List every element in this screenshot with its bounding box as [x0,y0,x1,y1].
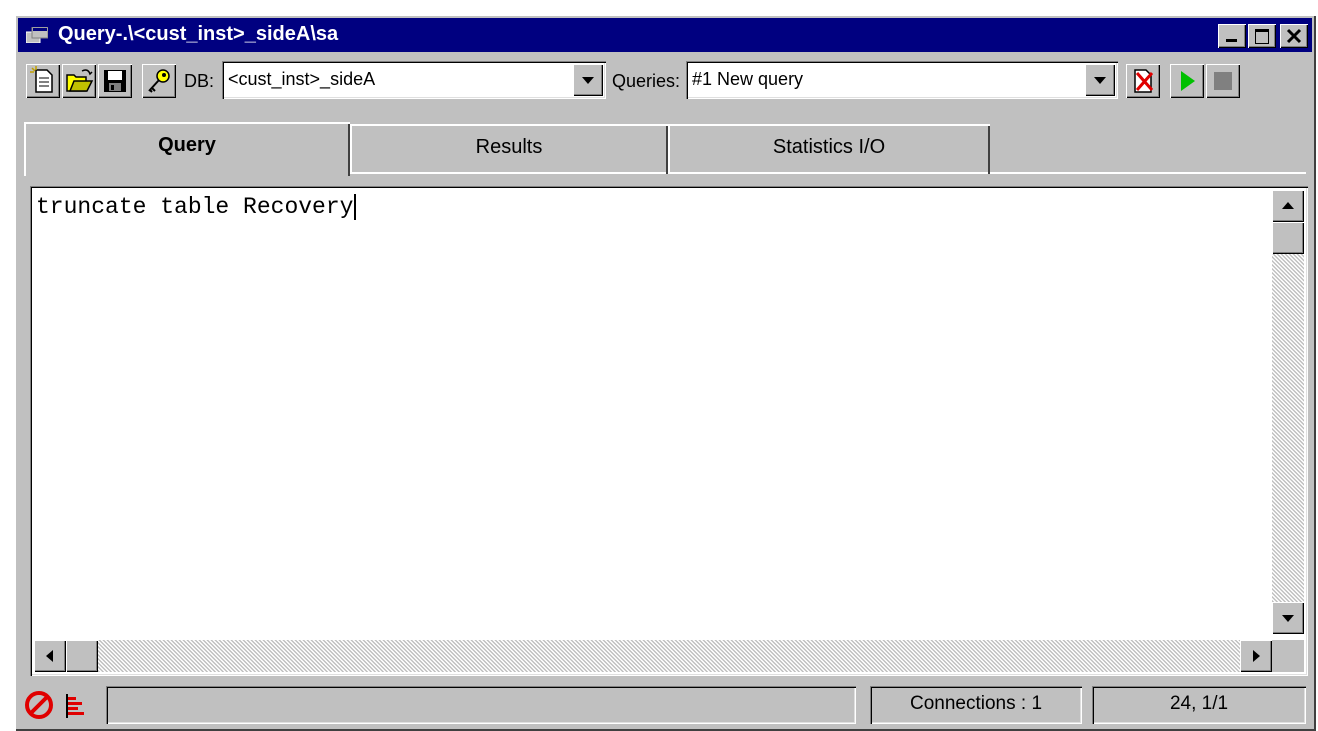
no-entry-icon[interactable] [22,688,56,722]
arrow-down-icon [1282,615,1294,622]
query-window: Query-.\<cust_inst>_sideA\sa DB: <cust_i… [14,14,1316,731]
stop-button[interactable] [1206,64,1240,98]
arrow-right-icon [1253,650,1260,662]
chevron-down-icon [1094,77,1106,84]
status-message-panel [106,686,856,724]
open-button[interactable] [62,64,96,98]
arrow-left-icon [46,650,53,662]
queries-dropdown-button[interactable] [1085,64,1115,96]
db-label: DB: [184,71,215,91]
chevron-down-icon [582,77,594,84]
queries-select[interactable]: #1 New query [686,61,1118,99]
window-icon [26,27,48,43]
text-caret [354,194,357,220]
tab-results[interactable]: Results [350,124,668,174]
vertical-scroll-thumb[interactable] [1272,222,1304,254]
save-disk-icon [104,70,126,92]
window-title: Query-.\<cust_inst>_sideA\sa [58,23,339,45]
query-editor-text[interactable]: truncate table Recovery [36,194,357,221]
connect-button[interactable] [142,64,176,98]
scroll-right-button[interactable] [1240,640,1272,672]
query-editor[interactable]: truncate table Recovery [30,186,1308,676]
maximize-icon [1255,29,1269,44]
delete-query-icon [1134,69,1154,93]
tab-results-label: Results [475,136,543,158]
horizontal-scroll-thumb[interactable] [66,640,98,672]
close-button[interactable] [1280,24,1308,48]
tab-query-label: Query [158,134,216,156]
stop-icon [1214,72,1232,90]
new-document-icon [30,66,53,93]
connections-text: Connections : 1 [909,693,1043,714]
delete-query-button[interactable] [1126,64,1160,98]
new-query-button[interactable] [26,64,60,98]
status-cursor-position: 24, 1/1 [1092,686,1306,724]
query-text: truncate table Recovery [36,194,354,221]
db-select[interactable]: <cust_inst>_sideA [222,61,606,99]
scroll-up-button[interactable] [1272,190,1304,222]
arrow-up-icon [1282,202,1294,209]
tab-statistics-io[interactable]: Statistics I/O [668,124,990,174]
key-icon [148,69,170,93]
status-icons [20,686,104,724]
open-folder-icon [66,69,94,92]
status-connections: Connections : 1 [870,686,1082,724]
save-button[interactable] [98,64,132,98]
scrollbar-corner [1272,640,1304,672]
db-select-value: <cust_inst>_sideA [228,69,376,89]
queries-label: Queries: [612,71,681,91]
db-dropdown-button[interactable] [573,64,603,96]
maximize-button[interactable] [1248,24,1276,48]
tab-statistics-label: Statistics I/O [772,136,886,158]
tab-query[interactable]: Query [24,122,350,176]
execute-button[interactable] [1170,64,1204,98]
scroll-down-button[interactable] [1272,602,1304,634]
cursor-position-text: 24, 1/1 [1169,693,1229,714]
vertical-scrollbar[interactable] [1272,190,1304,634]
minimize-icon [1226,39,1237,42]
title-bar[interactable]: Query-.\<cust_inst>_sideA\sa [18,18,1312,52]
horizontal-scrollbar[interactable] [34,640,1272,672]
close-icon [1286,28,1302,44]
minimize-button[interactable] [1218,24,1246,48]
queries-select-value: #1 New query [692,69,804,89]
scroll-left-button[interactable] [34,640,66,672]
execute-play-icon [1181,71,1195,91]
tab-strip-baseline [990,172,1306,174]
bar-chart-icon[interactable] [60,688,94,722]
